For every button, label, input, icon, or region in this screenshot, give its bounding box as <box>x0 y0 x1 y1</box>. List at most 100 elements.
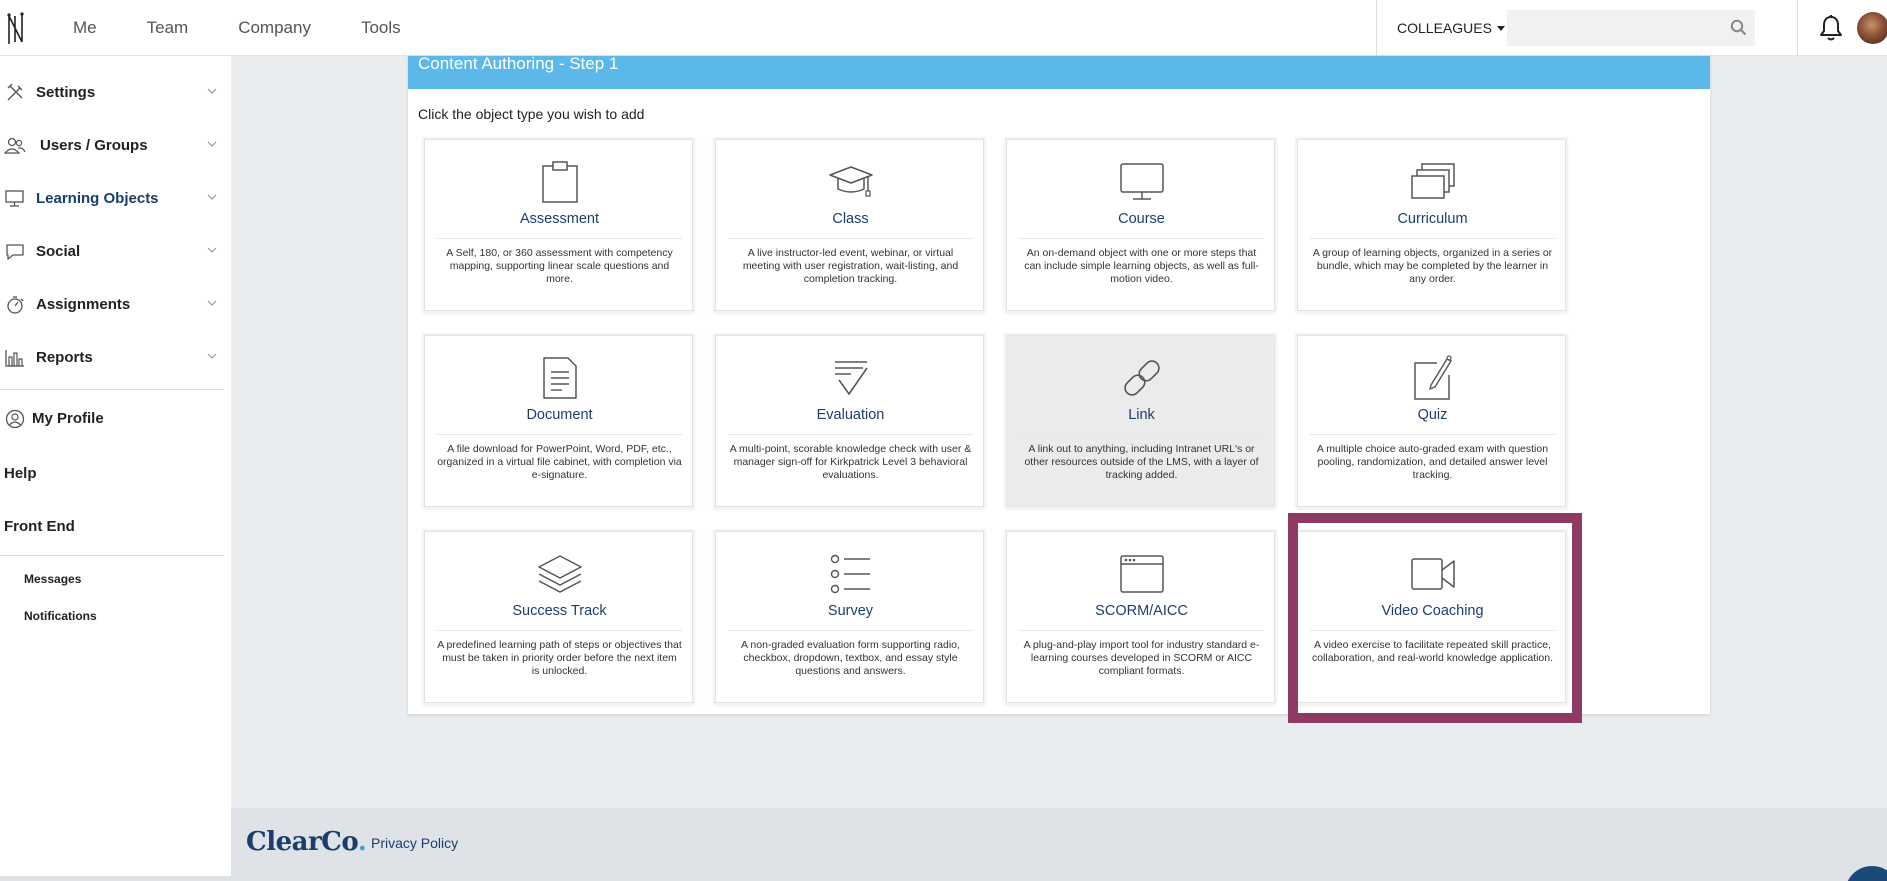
chevron-down-icon <box>207 141 217 147</box>
card-divider <box>1310 238 1555 239</box>
card-divider <box>1019 238 1264 239</box>
card-description: A multi-point, scorable knowledge check … <box>729 443 972 481</box>
sidebar-divider <box>0 555 224 556</box>
monitor-icon <box>1007 160 1276 204</box>
checklist-icon <box>716 356 985 400</box>
card-title: Class <box>832 211 869 227</box>
card-title: Survey <box>827 603 874 619</box>
card-divider <box>1310 434 1555 435</box>
pencil-paper-icon <box>1298 355 1567 400</box>
colleagues-label: COLLEAGUES <box>1397 20 1492 36</box>
card-assessment[interactable]: Assessment A Self, 180, or 360 assessmen… <box>424 139 693 311</box>
card-divider <box>728 238 973 239</box>
card-course[interactable]: Course An on-demand object with one or m… <box>1006 139 1275 311</box>
card-link[interactable]: Link A link out to anything, including I… <box>1006 335 1275 507</box>
card-description: A multiple choice auto-graded exam with … <box>1316 443 1549 481</box>
brand-logo[interactable]: ClearCo. <box>246 827 367 857</box>
nav-team[interactable]: Team <box>147 18 189 38</box>
card-divider <box>1019 434 1264 435</box>
card-title: Assessment <box>520 211 599 227</box>
clipboard-icon <box>425 160 694 204</box>
search-icon[interactable] <box>1730 19 1747 36</box>
card-survey[interactable]: Survey A non-graded evaluation form supp… <box>715 531 984 703</box>
nav-tools[interactable]: Tools <box>361 18 401 38</box>
bar-chart-icon <box>2 347 28 369</box>
sidebar-item-label: Reports <box>36 349 93 366</box>
user-circle-icon <box>2 408 28 430</box>
card-divider <box>728 630 973 631</box>
selection-highlight <box>1288 513 1582 723</box>
card-quiz[interactable]: Quiz A multiple choice auto-graded exam … <box>1297 335 1566 507</box>
sidebar-item-label: Users / Groups <box>40 137 148 154</box>
top-nav: Me Team Company Tools <box>73 0 451 56</box>
sidebar-item-label: My Profile <box>32 410 104 427</box>
card-description: A live instructor-led event, webinar, or… <box>742 247 959 285</box>
sidebar-item-reports[interactable]: Reports <box>0 331 231 384</box>
bottom-strip <box>0 876 1887 881</box>
brand-dot: . <box>357 827 367 857</box>
sidebar-item-social[interactable]: Social <box>0 225 231 278</box>
sidebar-item-learning-objects[interactable]: Learning Objects <box>0 172 231 225</box>
top-bar: Me Team Company Tools COLLEAGUES <box>0 0 1887 56</box>
caret-down-icon <box>1496 25 1505 31</box>
sidebar: Settings Users / Groups Learning Objects… <box>0 56 231 881</box>
card-title: Document <box>526 407 593 423</box>
card-description: An on-demand object with one or more ste… <box>1024 247 1259 285</box>
chat-icon <box>2 241 28 263</box>
card-document[interactable]: Document A file download for PowerPoint,… <box>424 335 693 507</box>
search-box <box>1507 10 1755 46</box>
card-divider <box>728 434 973 435</box>
chevron-down-icon <box>207 88 217 94</box>
sidebar-item-label: Social <box>36 243 81 260</box>
sidebar-item-notifications[interactable]: Notifications <box>24 609 97 623</box>
card-description: A non-graded evaluation form supporting … <box>741 639 960 677</box>
sidebar-item-label: Assignments <box>36 296 131 313</box>
search-input[interactable] <box>1507 10 1722 46</box>
card-description: A file download for PowerPoint, Word, PD… <box>437 443 682 481</box>
bell-icon[interactable] <box>1818 14 1844 42</box>
sidebar-item-help[interactable]: Help <box>4 465 37 482</box>
document-icon <box>425 356 694 400</box>
card-scorm-aicc[interactable]: SCORM/AICC A plug-and-play import tool f… <box>1006 531 1275 703</box>
sidebar-divider <box>0 389 224 390</box>
card-description: A Self, 180, or 360 assessment with comp… <box>446 247 673 285</box>
sidebar-item-users-groups[interactable]: Users / Groups <box>0 119 231 172</box>
privacy-policy-link[interactable]: Privacy Policy <box>371 835 458 851</box>
nav-me[interactable]: Me <box>73 18 97 38</box>
sidebar-item-messages[interactable]: Messages <box>24 572 81 586</box>
card-divider <box>437 238 682 239</box>
sidebar-item-my-profile[interactable]: My Profile <box>0 392 231 445</box>
card-divider <box>437 630 682 631</box>
card-class[interactable]: Class A live instructor-led event, webin… <box>715 139 984 311</box>
stopwatch-icon <box>2 294 28 316</box>
layers-icon <box>425 552 694 596</box>
sidebar-item-label: Learning Objects <box>36 190 159 207</box>
card-title: Course <box>1118 211 1165 227</box>
users-icon <box>2 135 28 157</box>
card-title: SCORM/AICC <box>1095 603 1188 619</box>
sidebar-item-settings[interactable]: Settings <box>0 66 231 119</box>
nav-company[interactable]: Company <box>238 18 311 38</box>
chevron-down-icon <box>207 353 217 359</box>
card-description: A group of learning objects, organized i… <box>1312 247 1553 285</box>
card-curriculum[interactable]: Curriculum A group of learning objects, … <box>1297 139 1566 311</box>
list-icon <box>716 552 985 596</box>
brand-name: ClearCo <box>246 827 358 857</box>
sidebar-item-label: Settings <box>36 84 96 101</box>
browser-window-icon <box>1007 552 1276 596</box>
link-icon <box>1007 356 1276 400</box>
instructions-text: Click the object type you wish to add <box>418 106 645 122</box>
card-success-track[interactable]: Success Track A predefined learning path… <box>424 531 693 703</box>
colleagues-dropdown[interactable]: COLLEAGUES <box>1376 0 1505 56</box>
main-content: Content Authoring - Step 1 Click the obj… <box>231 55 1887 881</box>
card-title: Evaluation <box>816 407 885 423</box>
card-divider <box>1019 630 1264 631</box>
chevron-down-icon <box>207 300 217 306</box>
avatar[interactable] <box>1857 12 1887 44</box>
sidebar-item-assignments[interactable]: Assignments <box>0 278 231 331</box>
monitor-icon <box>2 188 28 210</box>
logo-icon[interactable] <box>6 12 28 46</box>
chevron-down-icon <box>207 194 217 200</box>
card-evaluation[interactable]: Evaluation A multi-point, scorable knowl… <box>715 335 984 507</box>
sidebar-item-front-end[interactable]: Front End <box>4 518 75 535</box>
